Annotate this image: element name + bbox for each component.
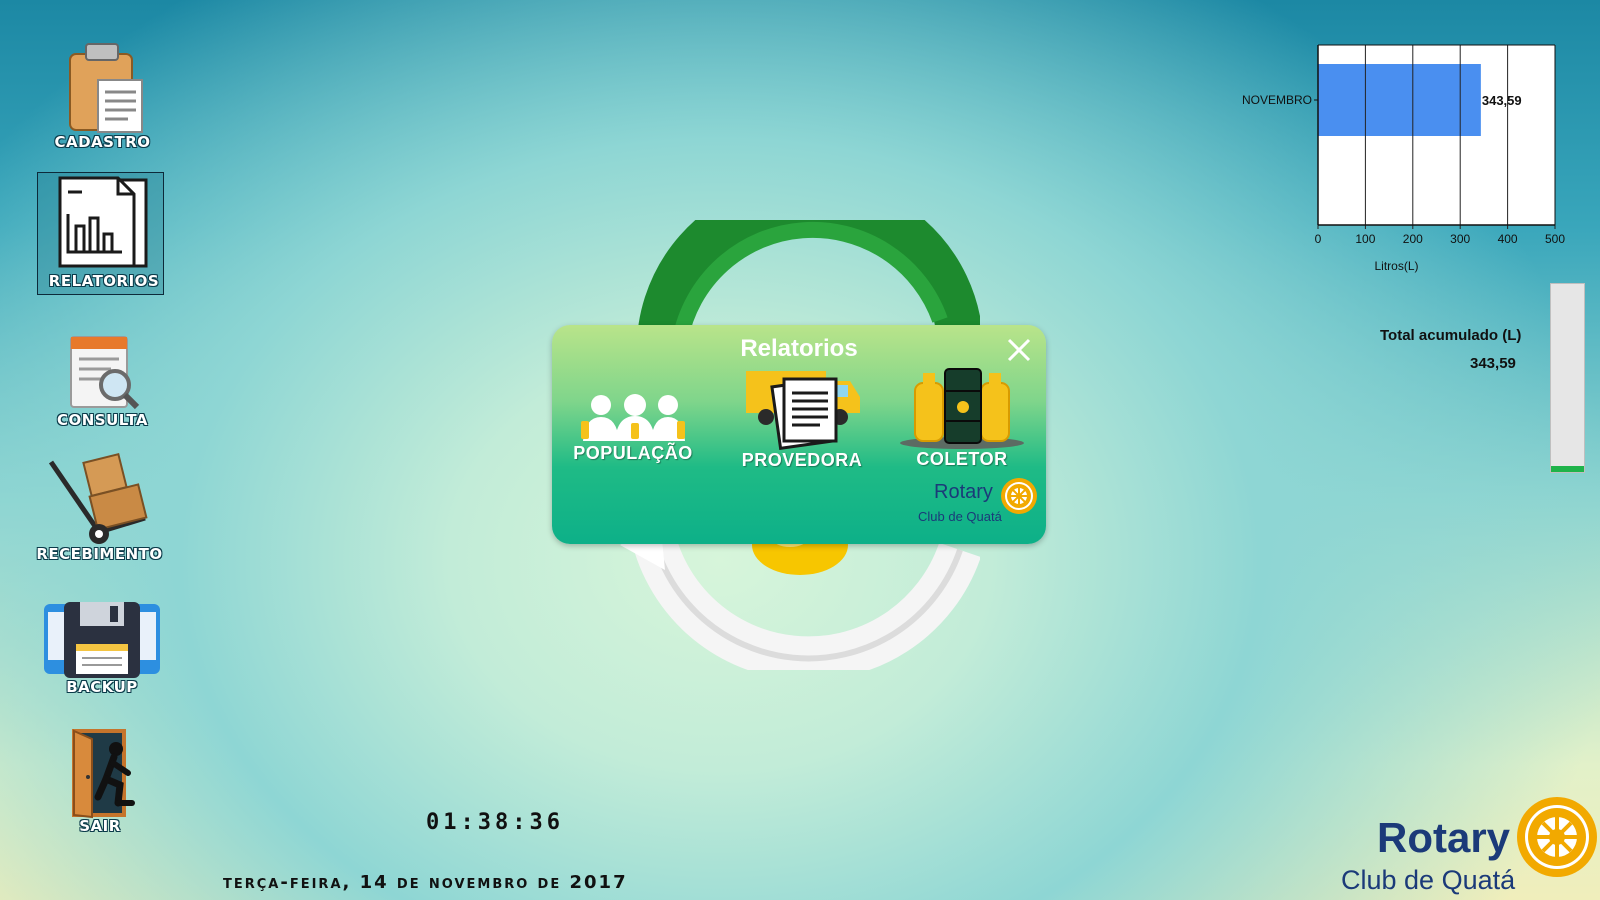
total-accumulated-title: Total acumulado (L) <box>1380 327 1522 344</box>
chart-bar <box>1318 64 1481 136</box>
report-populacao-button[interactable]: POPULAÇÃO <box>568 393 698 464</box>
rotary-wheel-icon <box>1001 478 1037 514</box>
rotary-word: Rotary <box>1377 814 1511 861</box>
truck-documents-icon <box>745 371 860 450</box>
sidebar-item-sair[interactable]: SAIR <box>50 727 150 835</box>
modal-rotary-word: Rotary <box>934 481 993 503</box>
chart-x-tick-label: 400 <box>1498 232 1518 246</box>
clock-time: 01:38:36 <box>426 810 564 835</box>
rotary-wheel-icon <box>1517 797 1597 877</box>
exit-door-icon <box>71 729 135 819</box>
reports-dialog: Relatorios POPULAÇÃO PROVEDORA COLETOR R… <box>552 325 1046 544</box>
sidebar-label-cadastro: CADASTRO <box>54 133 151 151</box>
document-search-icon <box>69 336 139 410</box>
clock-date: terça-feira, 14 de novembro de 2017 <box>223 872 628 893</box>
chart-plot: NOVEMBRO 343,59 0 100 200 300 400 500 Litros(L) <box>1242 44 1565 273</box>
report-coletor-label: COLETOR <box>916 449 1008 469</box>
sidebar-label-consulta: CONSULTA <box>56 411 149 429</box>
accumulated-gauge-fill <box>1551 466 1584 472</box>
sidebar-label-recebimento: RECEBIMENTO <box>36 545 163 563</box>
sidebar-item-relatorios[interactable]: RELATORIOS <box>49 174 159 290</box>
sidebar-label-relatorios: RELATORIOS <box>48 272 160 290</box>
sidebar-label-sair: SAIR <box>79 817 121 835</box>
chart-category-label: NOVEMBRO <box>1242 93 1312 107</box>
report-coletor-button[interactable]: COLETOR <box>892 367 1032 470</box>
report-provedora-label: PROVEDORA <box>741 450 863 470</box>
chart-x-tick-label: 100 <box>1355 232 1375 246</box>
sidebar-label-backup: BACKUP <box>66 678 138 696</box>
chart-x-axis-label: Litros(L) <box>1374 259 1418 273</box>
rotary-club-name: Club de Quatá <box>1341 865 1516 895</box>
sidebar-item-cadastro[interactable]: CADASTRO <box>50 40 155 151</box>
rotary-logo: Rotary Club de Quatá <box>1335 790 1600 900</box>
clipboard-icon <box>68 43 143 133</box>
sidebar-item-backup[interactable]: BACKUP <box>42 600 162 696</box>
hand-truck-icon <box>48 452 148 544</box>
modal-rotary-logo: Rotary Club de Quatá <box>918 477 1038 537</box>
total-accumulated-value: 343,59 <box>1470 355 1516 372</box>
liters-bar-chart: NOVEMBRO 343,59 0 100 200 300 400 500 Litros(L) <box>1200 40 1580 290</box>
sidebar-item-consulta[interactable]: CONSULTA <box>50 333 155 429</box>
report-chart-icon <box>58 176 147 268</box>
accumulated-gauge <box>1550 283 1585 473</box>
chart-x-tick-label: 200 <box>1403 232 1423 246</box>
chart-x-tick-label: 0 <box>1315 232 1322 246</box>
dialog-title: Relatorios <box>740 335 858 362</box>
chart-x-tick-label: 300 <box>1450 232 1470 246</box>
sidebar-item-recebimento[interactable]: RECEBIMENTO <box>36 452 162 563</box>
floppy-disk-icon <box>44 602 160 678</box>
modal-rotary-club-name: Club de Quatá <box>918 509 1002 524</box>
report-provedora-button[interactable]: PROVEDORA <box>732 365 872 471</box>
report-populacao-label: POPULAÇÃO <box>573 443 693 463</box>
close-icon[interactable] <box>1006 337 1032 363</box>
oil-barrels-icon <box>900 368 1024 449</box>
people-icon <box>581 394 685 441</box>
chart-data-label: 343,59 <box>1482 93 1522 108</box>
chart-x-tick-label: 500 <box>1545 232 1565 246</box>
